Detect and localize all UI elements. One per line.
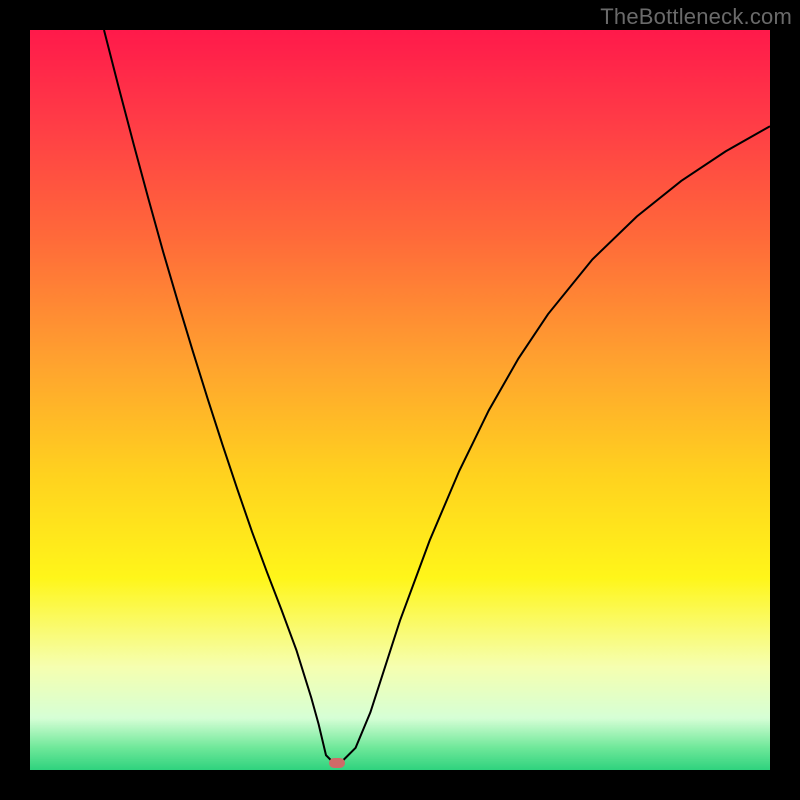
optimal-point-marker [329,758,345,768]
chart-frame [30,30,770,770]
bottleneck-curve [104,30,770,763]
watermark-text: TheBottleneck.com [600,4,792,30]
chart-curve-layer [30,30,770,770]
